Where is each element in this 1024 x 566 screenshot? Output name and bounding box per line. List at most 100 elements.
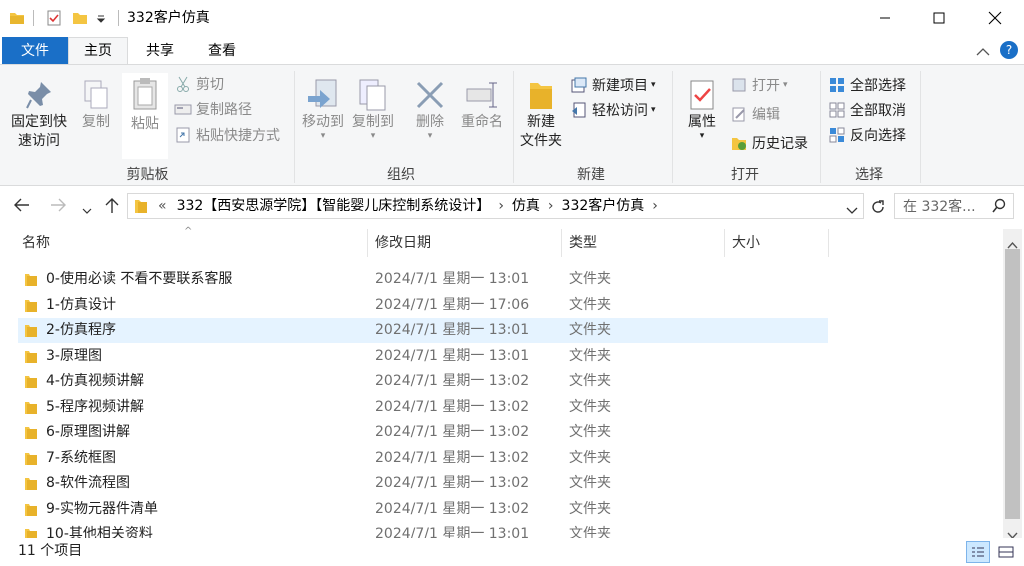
tab-share[interactable]: 共享: [132, 38, 188, 65]
new-item-button[interactable]: 新建项目 ▾: [570, 74, 656, 96]
column-divider[interactable]: [724, 229, 725, 257]
new-folder-quick-icon[interactable]: [70, 9, 90, 27]
help-icon[interactable]: ?: [1000, 41, 1018, 59]
edit-button[interactable]: 编辑: [730, 103, 780, 125]
open-button[interactable]: 打开 ▾: [730, 74, 788, 96]
file-row[interactable]: 0-使用必读 不看不要联系客服 2024/7/1 星期一 13:01 文件夹: [18, 267, 828, 292]
file-name[interactable]: 1-仿真设计: [46, 296, 116, 315]
up-arrow-icon[interactable]: [104, 196, 120, 218]
copy-button[interactable]: 复制: [76, 77, 116, 132]
breadcrumb-item[interactable]: 仿真: [512, 196, 540, 216]
file-row[interactable]: 4-仿真视频讲解 2024/7/1 星期一 13:02 文件夹: [18, 369, 828, 394]
tab-file[interactable]: 文件: [2, 37, 68, 65]
large-icons-view-icon[interactable]: [994, 541, 1018, 563]
file-name[interactable]: 6-原理图讲解: [46, 423, 130, 442]
file-type: 文件夹: [569, 526, 611, 538]
delete-button[interactable]: 删除 ▾: [410, 77, 450, 141]
file-name[interactable]: 4-仿真视频讲解: [46, 372, 144, 391]
item-count: 11 个项目: [18, 543, 83, 559]
properties-button[interactable]: 属性 ▾: [680, 77, 724, 141]
file-row[interactable]: 6-原理图讲解 2024/7/1 星期一 13:02 文件夹: [18, 420, 828, 445]
group-divider: [920, 71, 921, 183]
file-date: 2024/7/1 星期一 13:01: [375, 526, 530, 538]
column-divider[interactable]: [828, 229, 829, 257]
search-icon[interactable]: [991, 198, 1007, 218]
forward-arrow-icon[interactable]: [50, 197, 68, 217]
column-header-type[interactable]: 类型: [569, 229, 597, 257]
breadcrumb-item[interactable]: 332【西安思源学院】【智能婴儿床控制系统设计】: [177, 196, 491, 216]
file-row[interactable]: 3-原理图 2024/7/1 星期一 13:01 文件夹: [18, 344, 828, 369]
new-folder-button[interactable]: 新建 文件夹: [516, 77, 566, 151]
address-dropdown-icon[interactable]: [846, 201, 858, 220]
tab-home[interactable]: 主页: [68, 37, 128, 65]
scrollbar-thumb[interactable]: [1005, 249, 1020, 519]
column-header-date[interactable]: 修改日期: [375, 229, 431, 257]
breadcrumb-chevron-icon[interactable]: ›: [548, 196, 554, 216]
file-name[interactable]: 9-实物元器件清单: [46, 500, 158, 519]
file-type: 文件夹: [569, 500, 611, 517]
select-none-icon: [828, 101, 846, 119]
file-name[interactable]: 0-使用必读 不看不要联系客服: [46, 270, 232, 289]
pin-quick-access-button[interactable]: 固定到快 速访问: [6, 77, 72, 151]
column-divider[interactable]: [561, 229, 562, 257]
folder-icon: [24, 323, 38, 337]
vertical-scrollbar[interactable]: [1003, 229, 1022, 540]
paste-button[interactable]: 粘贴: [122, 73, 168, 159]
move-to-button[interactable]: 移动到 ▾: [299, 77, 347, 141]
history-button[interactable]: 历史记录: [730, 132, 808, 154]
folder-icon: [134, 198, 148, 218]
title-bar: 332客户仿真: [0, 0, 1024, 36]
search-box[interactable]: 在 332客...: [894, 193, 1014, 219]
breadcrumb-item[interactable]: 332客户仿真: [562, 196, 645, 216]
customize-quick-access-icon[interactable]: [94, 9, 108, 27]
copy-path-button[interactable]: 复制路径: [174, 98, 252, 120]
breadcrumb-chevron-icon[interactable]: ›: [498, 196, 504, 216]
cut-button[interactable]: 剪切: [174, 73, 224, 95]
file-row[interactable]: 10-其他相关资料 2024/7/1 星期一 13:01 文件夹: [18, 522, 828, 538]
recent-locations-icon[interactable]: [82, 200, 92, 219]
file-row[interactable]: 7-系统框图 2024/7/1 星期一 13:02 文件夹: [18, 446, 828, 471]
folder-icon: [24, 451, 38, 465]
invert-selection-icon: [828, 126, 846, 144]
refresh-icon[interactable]: [867, 196, 889, 218]
easy-access-button[interactable]: 轻松访问 ▾: [570, 99, 656, 121]
maximize-icon[interactable]: [916, 0, 962, 36]
file-row[interactable]: 5-程序视频讲解 2024/7/1 星期一 13:02 文件夹: [18, 395, 828, 420]
file-name[interactable]: 2-仿真程序: [46, 321, 116, 340]
column-header-name[interactable]: 名称: [22, 229, 50, 257]
breadcrumb-overflow[interactable]: «: [158, 196, 167, 216]
file-date: 2024/7/1 星期一 13:02: [375, 475, 530, 491]
tab-view[interactable]: 查看: [194, 38, 250, 65]
file-type: 文件夹: [569, 271, 611, 287]
rename-button[interactable]: 重命名: [456, 77, 508, 132]
file-row[interactable]: 8-软件流程图 2024/7/1 星期一 13:02 文件夹: [18, 471, 828, 496]
breadcrumb-chevron-icon[interactable]: ›: [652, 196, 658, 216]
file-row[interactable]: 1-仿真设计 2024/7/1 星期一 17:06 文件夹: [18, 293, 828, 318]
invert-selection-button[interactable]: 反向选择: [828, 124, 906, 146]
clipboard-group-label: 剪贴板: [126, 167, 169, 183]
address-bar[interactable]: « 332【西安思源学院】【智能婴儿床控制系统设计】 › 仿真 › 332客户仿…: [127, 193, 864, 219]
paste-shortcut-button[interactable]: 粘贴快捷方式: [174, 124, 280, 146]
scissors-icon: [174, 75, 192, 93]
file-name[interactable]: 3-原理图: [46, 347, 102, 366]
properties-quick-icon[interactable]: [44, 9, 64, 27]
column-header-size[interactable]: 大小: [732, 229, 760, 257]
details-view-icon[interactable]: [966, 541, 990, 563]
select-none-button[interactable]: 全部取消: [828, 99, 906, 121]
pin-label-1: 固定到快: [11, 114, 67, 130]
minimize-icon[interactable]: [862, 0, 908, 36]
column-divider[interactable]: [367, 229, 368, 257]
file-row[interactable]: 9-实物元器件清单 2024/7/1 星期一 13:02 文件夹: [18, 497, 828, 522]
file-name[interactable]: 7-系统框图: [46, 449, 116, 468]
close-icon[interactable]: [972, 0, 1018, 36]
copy-path-label: 复制路径: [196, 102, 252, 118]
file-type: 文件夹: [569, 398, 611, 415]
copy-to-button[interactable]: 复制到 ▾: [349, 77, 397, 141]
file-name[interactable]: 8-软件流程图: [46, 474, 130, 493]
collapse-ribbon-icon[interactable]: [976, 42, 990, 61]
back-arrow-icon[interactable]: [12, 197, 30, 217]
file-name[interactable]: 10-其他相关资料: [46, 525, 153, 538]
file-name[interactable]: 5-程序视频讲解: [46, 398, 144, 417]
file-row[interactable]: 2-仿真程序 2024/7/1 星期一 13:01 文件夹: [18, 318, 828, 343]
select-all-button[interactable]: 全部选择: [828, 74, 906, 96]
